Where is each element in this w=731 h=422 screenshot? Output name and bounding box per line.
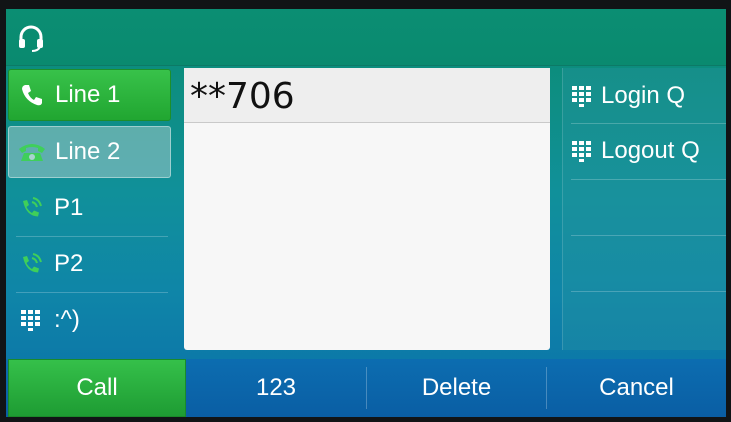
line-key-emoticon[interactable]: :^)	[8, 294, 171, 346]
status-bar	[6, 9, 726, 66]
divider	[16, 292, 168, 293]
input-mode-softkey[interactable]: 123	[186, 359, 366, 417]
call-softkey[interactable]: Call	[8, 359, 186, 417]
line-key-line-2[interactable]: Line 2	[8, 126, 171, 178]
keypad-icon	[572, 141, 591, 162]
headset-icon	[19, 25, 43, 52]
line-key-p2[interactable]: P2	[8, 238, 171, 290]
divider	[571, 235, 726, 236]
dial-input-value: **706	[190, 76, 295, 117]
delete-softkey[interactable]: Delete	[367, 359, 546, 417]
desk-phone-icon	[17, 137, 47, 167]
dsskey-label: Login Q	[601, 82, 686, 109]
line-key-p1[interactable]: P1	[8, 182, 171, 234]
phone-screen: Line 1 Line 2 P1 P2:^) **706 Login Q Lo…	[6, 9, 726, 417]
phone-handset-icon	[17, 80, 47, 110]
line-key-label: :^)	[54, 306, 80, 333]
keypad-icon	[572, 86, 591, 107]
line-key-line-1[interactable]: Line 1	[8, 69, 171, 121]
dsskey-empty[interactable]	[563, 293, 726, 345]
ringing-phone-icon	[16, 193, 46, 223]
dial-input-area[interactable]: **706	[184, 68, 550, 350]
divider	[571, 123, 726, 124]
softkey-bar: Call 123 Delete Cancel	[6, 359, 726, 417]
dial-input-line[interactable]: **706	[184, 68, 550, 123]
divider	[16, 236, 168, 237]
divider	[571, 291, 726, 292]
dsskey-login-q[interactable]: Login Q	[563, 70, 726, 122]
dsskey-empty[interactable]	[563, 237, 726, 289]
dsskey-empty[interactable]	[563, 181, 726, 233]
dsskey-label: Logout Q	[601, 137, 700, 164]
ringing-phone-icon	[16, 249, 46, 279]
line-key-label: Line 2	[55, 138, 121, 165]
line-key-label: P1	[54, 194, 84, 221]
dsskey-panel: Login Q Logout Q	[562, 68, 726, 350]
line-key-label: P2	[54, 250, 84, 277]
divider	[571, 179, 726, 180]
dsskey-logout-q[interactable]: Logout Q	[563, 125, 726, 177]
line-key-label: Line 1	[55, 81, 121, 108]
line-keys-panel: Line 1 Line 2 P1 P2:^)	[8, 69, 173, 351]
cancel-softkey[interactable]: Cancel	[547, 359, 726, 417]
keypad-icon	[16, 305, 46, 335]
